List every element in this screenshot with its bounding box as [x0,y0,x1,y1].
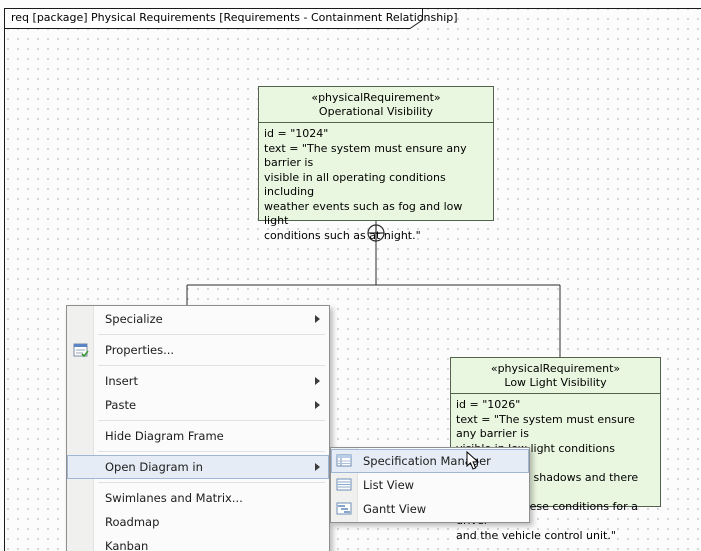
open-diagram-in-submenu: Specification Manager List View Gantt Vi… [330,447,530,523]
requirement-text-line: text = "The system must ensure any barri… [264,142,488,171]
menu-item-label: Specification Manager [363,454,491,468]
requirement-text-line: and the vehicle control unit." [456,529,655,544]
menu-item-open-diagram-in[interactable]: Open Diagram in [67,455,329,479]
list-view-icon [336,478,352,492]
submenu-arrow-icon [315,463,320,471]
menu-item-label: Paste [105,398,136,412]
menu-item-swimlanes-and-matrix[interactable]: Swimlanes and Matrix... [67,486,329,510]
menu-item-label: Kanban [105,539,148,551]
requirement-text-line: text = "The system must ensure any barri… [456,413,655,442]
context-menu: Specialize Properties... Insert Paste [66,305,330,551]
diagram-canvas: req [package] Physical Requirements [Req… [0,0,701,551]
menu-item-label: Specialize [105,312,163,326]
requirement-header: «physicalRequirement» Low Light Visibili… [451,358,660,394]
menu-separator [67,362,329,369]
menu-item-label: Hide Diagram Frame [105,429,224,443]
requirement-text-line: visible in all operating conditions incl… [264,171,488,200]
element-name: Operational Visibility [261,105,491,119]
menu-item-label: Gantt View [363,502,426,516]
element-name: Low Light Visibility [453,376,658,390]
menu-item-hide-diagram-frame[interactable]: Hide Diagram Frame [67,424,329,448]
properties-icon [73,342,89,358]
menu-item-kanban[interactable]: Kanban [67,534,329,551]
menu-item-roadmap[interactable]: Roadmap [67,510,329,534]
submenu-arrow-icon [315,401,320,409]
requirement-text-line: id = "1024" [264,127,488,142]
requirement-text-line: weather events such as fog and low light [264,200,488,229]
menu-item-label: Open Diagram in [105,460,203,474]
submenu-arrow-icon [315,315,320,323]
menu-item-label: Insert [105,374,138,388]
menu-item-label: List View [363,478,414,492]
menu-item-label: Swimlanes and Matrix... [105,491,243,505]
stereotype-label: «physicalRequirement» [453,362,658,376]
requirement-operational-visibility[interactable]: «physicalRequirement» Operational Visibi… [258,86,494,221]
menu-item-label: Properties... [105,343,174,357]
requirement-body: id = "1024" text = "The system must ensu… [259,123,493,247]
menu-separator [67,417,329,424]
menu-item-specialize[interactable]: Specialize [67,307,329,331]
requirement-text-line: conditions such as at night." [264,229,488,244]
menu-item-properties[interactable]: Properties... [67,338,329,362]
submenu-item-list-view[interactable]: List View [331,473,529,497]
stereotype-label: «physicalRequirement» [261,91,491,105]
diagram-frame-label: req [package] Physical Requirements [Req… [11,11,458,24]
menu-item-paste[interactable]: Paste [67,393,329,417]
menu-separator [67,448,329,455]
requirement-header: «physicalRequirement» Operational Visibi… [259,87,493,123]
specification-manager-icon [336,454,352,468]
submenu-item-specification-manager[interactable]: Specification Manager [331,449,529,473]
gantt-view-icon [336,502,352,516]
submenu-arrow-icon [315,377,320,385]
requirement-text-line: id = "1026" [456,398,655,413]
submenu-item-gantt-view[interactable]: Gantt View [331,497,529,521]
menu-item-insert[interactable]: Insert [67,369,329,393]
menu-separator [67,331,329,338]
menu-separator [67,479,329,486]
menu-item-label: Roadmap [105,515,159,529]
